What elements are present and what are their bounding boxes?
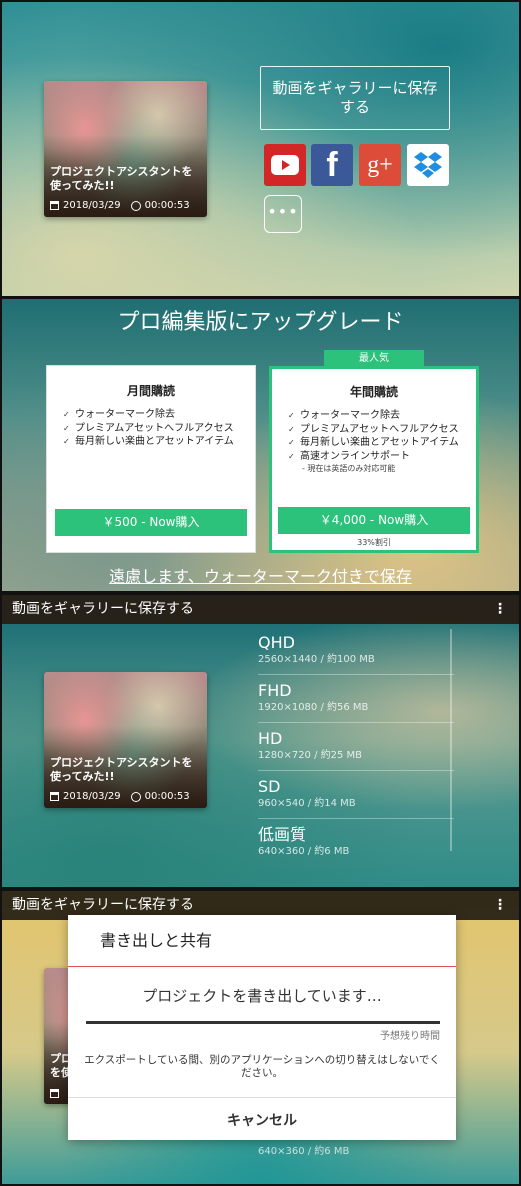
- resolution-name: QHD: [258, 633, 295, 652]
- top-bar: 動画をギャラリーに保存する ⋮: [2, 595, 519, 624]
- video-title: プロジェクトアシスタントを使ってみた!!: [50, 165, 193, 192]
- resolution-option-low[interactable]: 低画質 640×360 / 約6 MB: [258, 819, 454, 867]
- video-meta: 2018/03/29 00:00:53: [50, 791, 190, 802]
- resolution-spec-behind: 640×360 / 約6 MB: [258, 1146, 350, 1157]
- resolution-spec: 2560×1440 / 約100 MB: [258, 654, 375, 665]
- calendar-icon: [50, 792, 59, 801]
- feature-list: ウォーターマーク除去 プレミアムアセットへフルアクセス 毎月新しい楽曲とアセット…: [47, 409, 255, 448]
- video-thumbnail[interactable]: プロジェクトアシスタントを使ってみた!! 2018/03/29 00:00:53: [44, 672, 207, 808]
- timer-icon: [130, 791, 141, 802]
- discount-label: 33%割引: [357, 538, 391, 547]
- resolution-name: HD: [258, 729, 283, 748]
- resolution-option-hd[interactable]: HD 1280×720 / 約25 MB: [258, 723, 454, 771]
- facebook-icon[interactable]: f: [311, 144, 353, 186]
- feature-item: 毎月新しい楽曲とアセットアイテム: [288, 437, 466, 449]
- video-thumbnail[interactable]: プロジェクトアシスタントを使ってみた!! 2018/03/29 00:00:53: [44, 81, 207, 217]
- buy-yearly-button[interactable]: ￥4,000 - Now購入: [278, 507, 470, 534]
- share-panel: プロジェクトアシスタントを使ってみた!! 2018/03/29 00:00:53…: [2, 2, 519, 296]
- video-title: プロジェクトアシスタントを使ってみた!!: [50, 756, 193, 783]
- yearly-plan-card[interactable]: 年間購読 ウォーターマーク除去 プレミアムアセットへフルアクセス 毎月新しい楽曲…: [269, 366, 479, 553]
- plan-name: 年間購読: [349, 385, 398, 399]
- feature-list: ウォーターマーク除去 プレミアムアセットへフルアクセス 毎月新しい楽曲とアセット…: [272, 410, 476, 462]
- resolution-option-sd[interactable]: SD 960×540 / 約14 MB: [258, 771, 454, 819]
- export-warning: エクスポートしている間、別のアプリケーションへの切り替えはしないでください。: [84, 1054, 440, 1079]
- dropbox-icon[interactable]: [407, 144, 449, 186]
- resolution-spec: 960×540 / 約14 MB: [258, 798, 356, 809]
- video-date: 2018/03/29: [63, 791, 121, 802]
- dialog-divider: [68, 966, 456, 967]
- export-dialog: 書き出しと共有 プロジェクトを書き出しています… 予想残り時間 エクスポートして…: [68, 915, 456, 1140]
- resolution-name: 低画質: [258, 825, 307, 844]
- feature-item: 高速オンラインサポート: [288, 451, 466, 463]
- resolution-spec: 1920×1080 / 約56 MB: [258, 702, 369, 713]
- decline-link[interactable]: 遠慮します、ウォーターマーク付きで保存: [2, 563, 519, 587]
- dropbox-logo: [414, 152, 442, 178]
- video-meta: [50, 1089, 59, 1098]
- video-duration: 00:00:53: [144, 200, 190, 211]
- progress-fill: [86, 1021, 440, 1024]
- plan-name: 月間購読: [126, 384, 175, 398]
- export-panel: 動画をギャラリーに保存する ⋮ プロ を使 640×360 / 約6 MB 書き…: [2, 891, 519, 1184]
- video-duration: 00:00:53: [144, 791, 190, 802]
- resolution-list: QHD 2560×1440 / 約100 MB FHD 1920×1080 / …: [258, 627, 454, 867]
- resolution-option-qhd[interactable]: QHD 2560×1440 / 約100 MB: [258, 627, 454, 675]
- feature-item: プレミアムアセットへフルアクセス: [288, 424, 466, 436]
- monthly-plan-card[interactable]: 月間購読 ウォーターマーク除去 プレミアムアセットへフルアクセス 毎月新しい楽曲…: [46, 365, 256, 553]
- facebook-glyph: f: [326, 145, 338, 184]
- header-title: 動画をギャラリーに保存する: [12, 897, 194, 913]
- buy-monthly-button[interactable]: ￥500 - Now購入: [55, 509, 247, 536]
- upgrade-title: プロ編集版にアップグレード: [117, 310, 404, 335]
- save-to-gallery-button[interactable]: 動画をギャラリーに保存する: [260, 66, 450, 130]
- resolution-option-fhd[interactable]: FHD 1920×1080 / 約56 MB: [258, 675, 454, 723]
- resolution-spec: 1280×720 / 約25 MB: [258, 750, 363, 761]
- feature-item: ウォーターマーク除去: [288, 410, 466, 422]
- dialog-title: 書き出しと共有: [100, 931, 213, 950]
- google-plus-glyph: g+: [367, 151, 393, 178]
- calendar-icon: [50, 1089, 59, 1098]
- youtube-play-icon: [271, 155, 299, 175]
- more-options-button[interactable]: •••: [264, 195, 302, 233]
- resolution-name: SD: [258, 777, 281, 796]
- feature-item: プレミアムアセットへフルアクセス: [63, 423, 245, 435]
- resolution-panel: 動画をギャラリーに保存する ⋮ プロジェクトアシスタントを使ってみた!! 201…: [2, 595, 519, 887]
- remaining-time-label: 予想残り時間: [380, 1031, 440, 1042]
- resolution-name: FHD: [258, 681, 292, 700]
- export-message: プロジェクトを書き出しています…: [142, 987, 382, 1005]
- upgrade-panel: プロ編集版にアップグレード 月間購読 ウォーターマーク除去 プレミアムアセットへ…: [2, 299, 519, 591]
- feature-item: ウォーターマーク除去: [63, 409, 245, 421]
- video-meta: 2018/03/29 00:00:53: [50, 200, 190, 211]
- feature-item: 毎月新しい楽曲とアセットアイテム: [63, 436, 245, 448]
- resolution-spec: 640×360 / 約6 MB: [258, 846, 350, 857]
- support-note: - 現在は英語のみ対応可能: [302, 464, 396, 473]
- dialog-divider: [68, 1097, 456, 1098]
- video-date: 2018/03/29: [63, 200, 121, 211]
- header-title: 動画をギャラリーに保存する: [12, 601, 194, 617]
- youtube-icon[interactable]: [264, 144, 306, 186]
- overflow-menu-icon[interactable]: ⋮: [493, 595, 507, 624]
- scrollbar[interactable]: [450, 629, 452, 851]
- calendar-icon: [50, 201, 59, 210]
- overflow-menu-icon[interactable]: ⋮: [493, 891, 507, 920]
- google-plus-icon[interactable]: g+: [359, 144, 401, 186]
- timer-icon: [130, 200, 141, 211]
- cancel-button[interactable]: キャンセル: [68, 1110, 456, 1130]
- export-progress-bar: [86, 1021, 440, 1024]
- popular-badge: 最人気: [324, 350, 424, 367]
